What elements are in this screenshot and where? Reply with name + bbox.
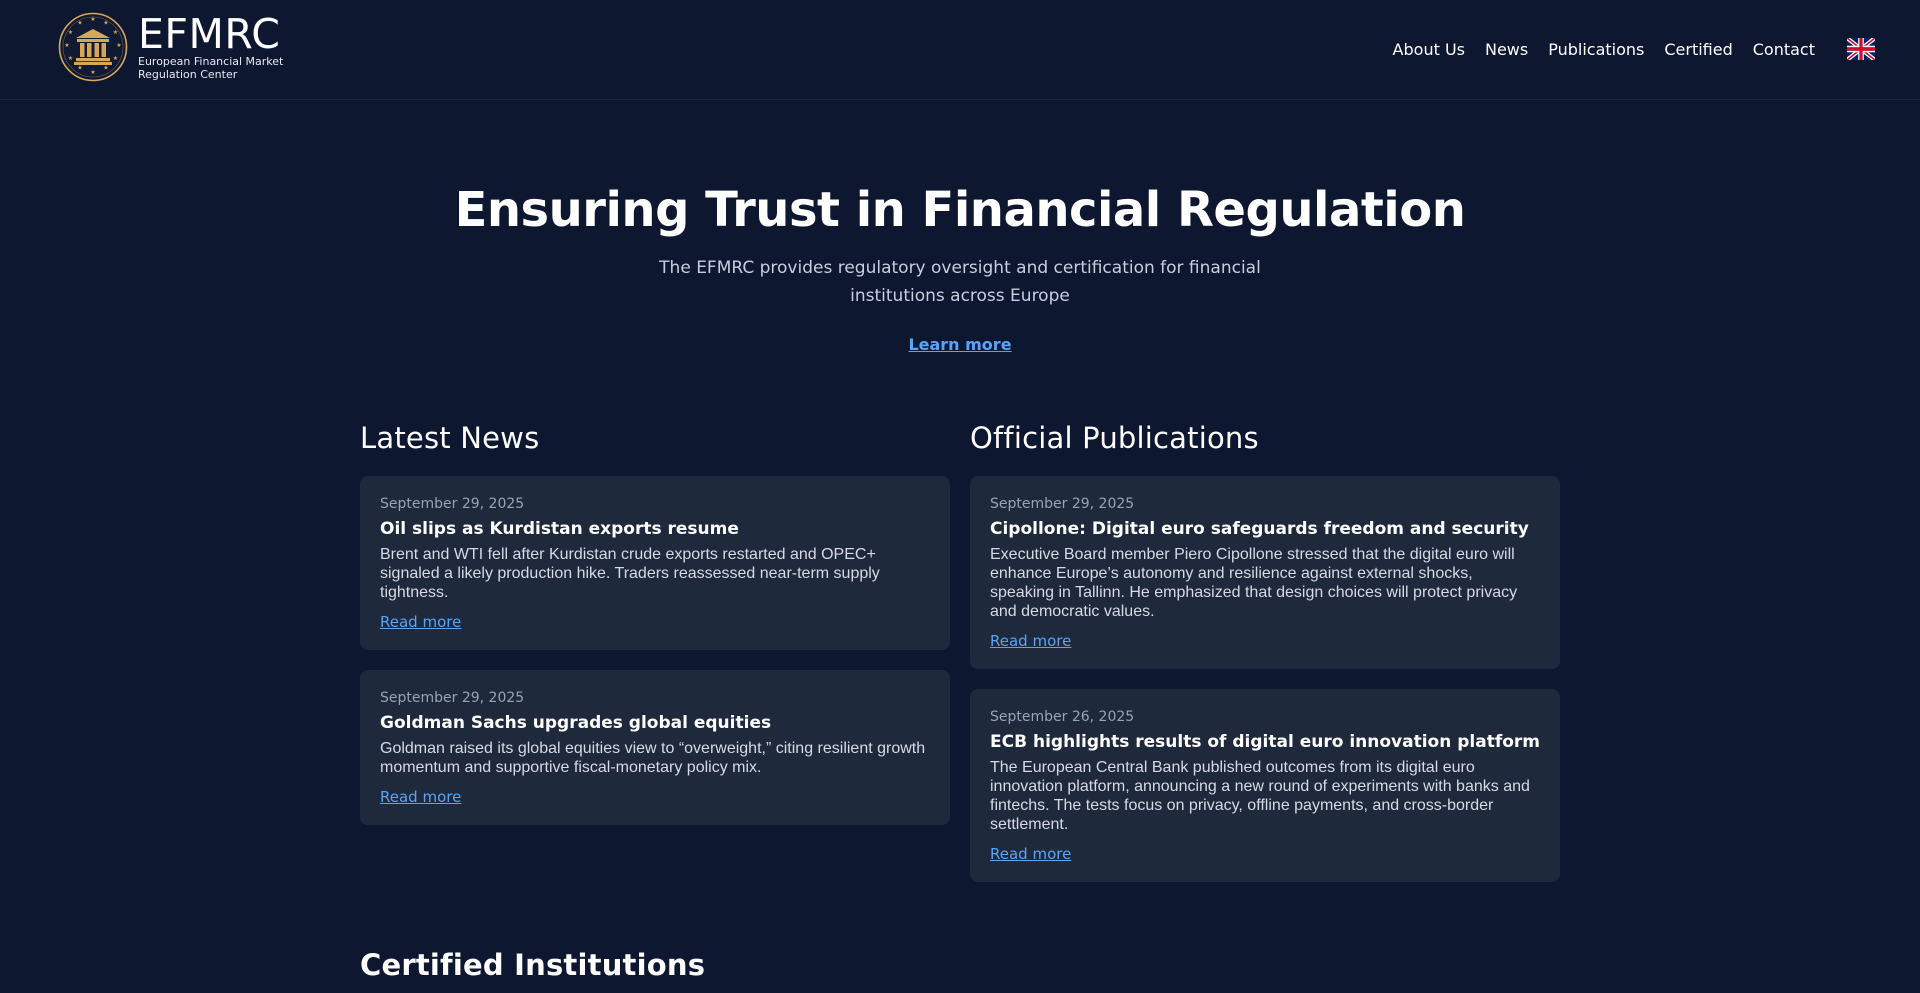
news-title: Oil slips as Kurdistan exports resume xyxy=(380,519,739,539)
logo-emblem-icon: ★ ★ ★ ★ ★ ★ ★ ★ ★ ★ ★ ★ xyxy=(58,12,128,82)
news-date: September 29, 2025 xyxy=(380,496,525,512)
news-excerpt: Brent and WTI fell after Kurdistan crude… xyxy=(380,546,880,601)
svg-text:★: ★ xyxy=(68,55,73,62)
svg-text:★: ★ xyxy=(77,20,82,27)
latest-news-section: Latest News September 29, 2025 Oil slips… xyxy=(360,418,950,845)
publication-date: September 29, 2025 xyxy=(990,496,1135,512)
learn-more-link[interactable]: Learn more xyxy=(908,335,1011,354)
nav-certified[interactable]: Certified xyxy=(1664,37,1732,63)
publication-card: September 29, 2025 Cipollone: Digital eu… xyxy=(970,476,1560,669)
publication-title: Cipollone: Digital euro safeguards freed… xyxy=(990,519,1529,539)
main-nav: About Us News Publications Certified Con… xyxy=(1393,37,1815,63)
publication-card: September 26, 2025 ECB highlights result… xyxy=(970,689,1560,882)
svg-text:★: ★ xyxy=(90,69,95,76)
news-card: September 29, 2025 Oil slips as Kurdista… xyxy=(360,476,950,650)
svg-text:★: ★ xyxy=(103,65,108,72)
nav-about-us[interactable]: About Us xyxy=(1393,37,1465,63)
nav-news[interactable]: News xyxy=(1485,37,1528,63)
svg-text:★: ★ xyxy=(113,55,118,62)
hero-subtitle: The EFMRC provides regulatory oversight … xyxy=(659,258,1261,306)
logo-subtitle-line1: European Financial Market xyxy=(138,54,284,68)
read-more-link[interactable]: Read more xyxy=(990,632,1071,650)
svg-text:★: ★ xyxy=(90,16,95,23)
hero-title: Ensuring Trust in Financial Regulation xyxy=(454,182,1466,238)
section-title-news: Latest News xyxy=(360,421,540,455)
uk-flag-icon[interactable] xyxy=(1847,38,1875,60)
svg-text:★: ★ xyxy=(64,42,69,49)
logo-title: EFMRC xyxy=(138,9,281,58)
publication-excerpt: Executive Board member Piero Cipollone s… xyxy=(990,546,1518,620)
read-more-link[interactable]: Read more xyxy=(990,845,1071,863)
publication-title: ECB highlights results of digital euro i… xyxy=(990,732,1541,752)
publications-section: Official Publications September 29, 2025… xyxy=(970,418,1560,902)
svg-text:★: ★ xyxy=(103,20,108,27)
svg-text:★: ★ xyxy=(116,42,121,49)
section-title-certified: Certified Institutions xyxy=(360,948,706,982)
nav-publications[interactable]: Publications xyxy=(1548,37,1644,63)
svg-text:★: ★ xyxy=(77,65,82,72)
news-card: September 29, 2025 Goldman Sachs upgrade… xyxy=(360,670,950,825)
news-date: September 29, 2025 xyxy=(380,690,525,706)
logo-subtitle-line2: Regulation Center xyxy=(138,67,238,81)
site-header: ★ ★ ★ ★ ★ ★ ★ ★ ★ ★ ★ ★ EFMRC European F… xyxy=(0,0,1920,100)
logo[interactable]: ★ ★ ★ ★ ★ ★ ★ ★ ★ ★ ★ ★ EFMRC European F… xyxy=(58,12,283,82)
publication-excerpt: The European Central Bank published outc… xyxy=(990,759,1530,833)
svg-text:★: ★ xyxy=(113,29,118,36)
nav-contact[interactable]: Contact xyxy=(1753,37,1815,63)
section-title-publications: Official Publications xyxy=(970,421,1259,455)
read-more-link[interactable]: Read more xyxy=(380,788,461,806)
hero-link-wrap: Learn more xyxy=(0,335,1920,355)
news-excerpt: Goldman raised its global equities view … xyxy=(380,740,926,776)
svg-text:★: ★ xyxy=(68,29,73,36)
read-more-link[interactable]: Read more xyxy=(380,613,461,631)
publication-date: September 26, 2025 xyxy=(990,709,1135,725)
news-title: Goldman Sachs upgrades global equities xyxy=(380,713,772,733)
